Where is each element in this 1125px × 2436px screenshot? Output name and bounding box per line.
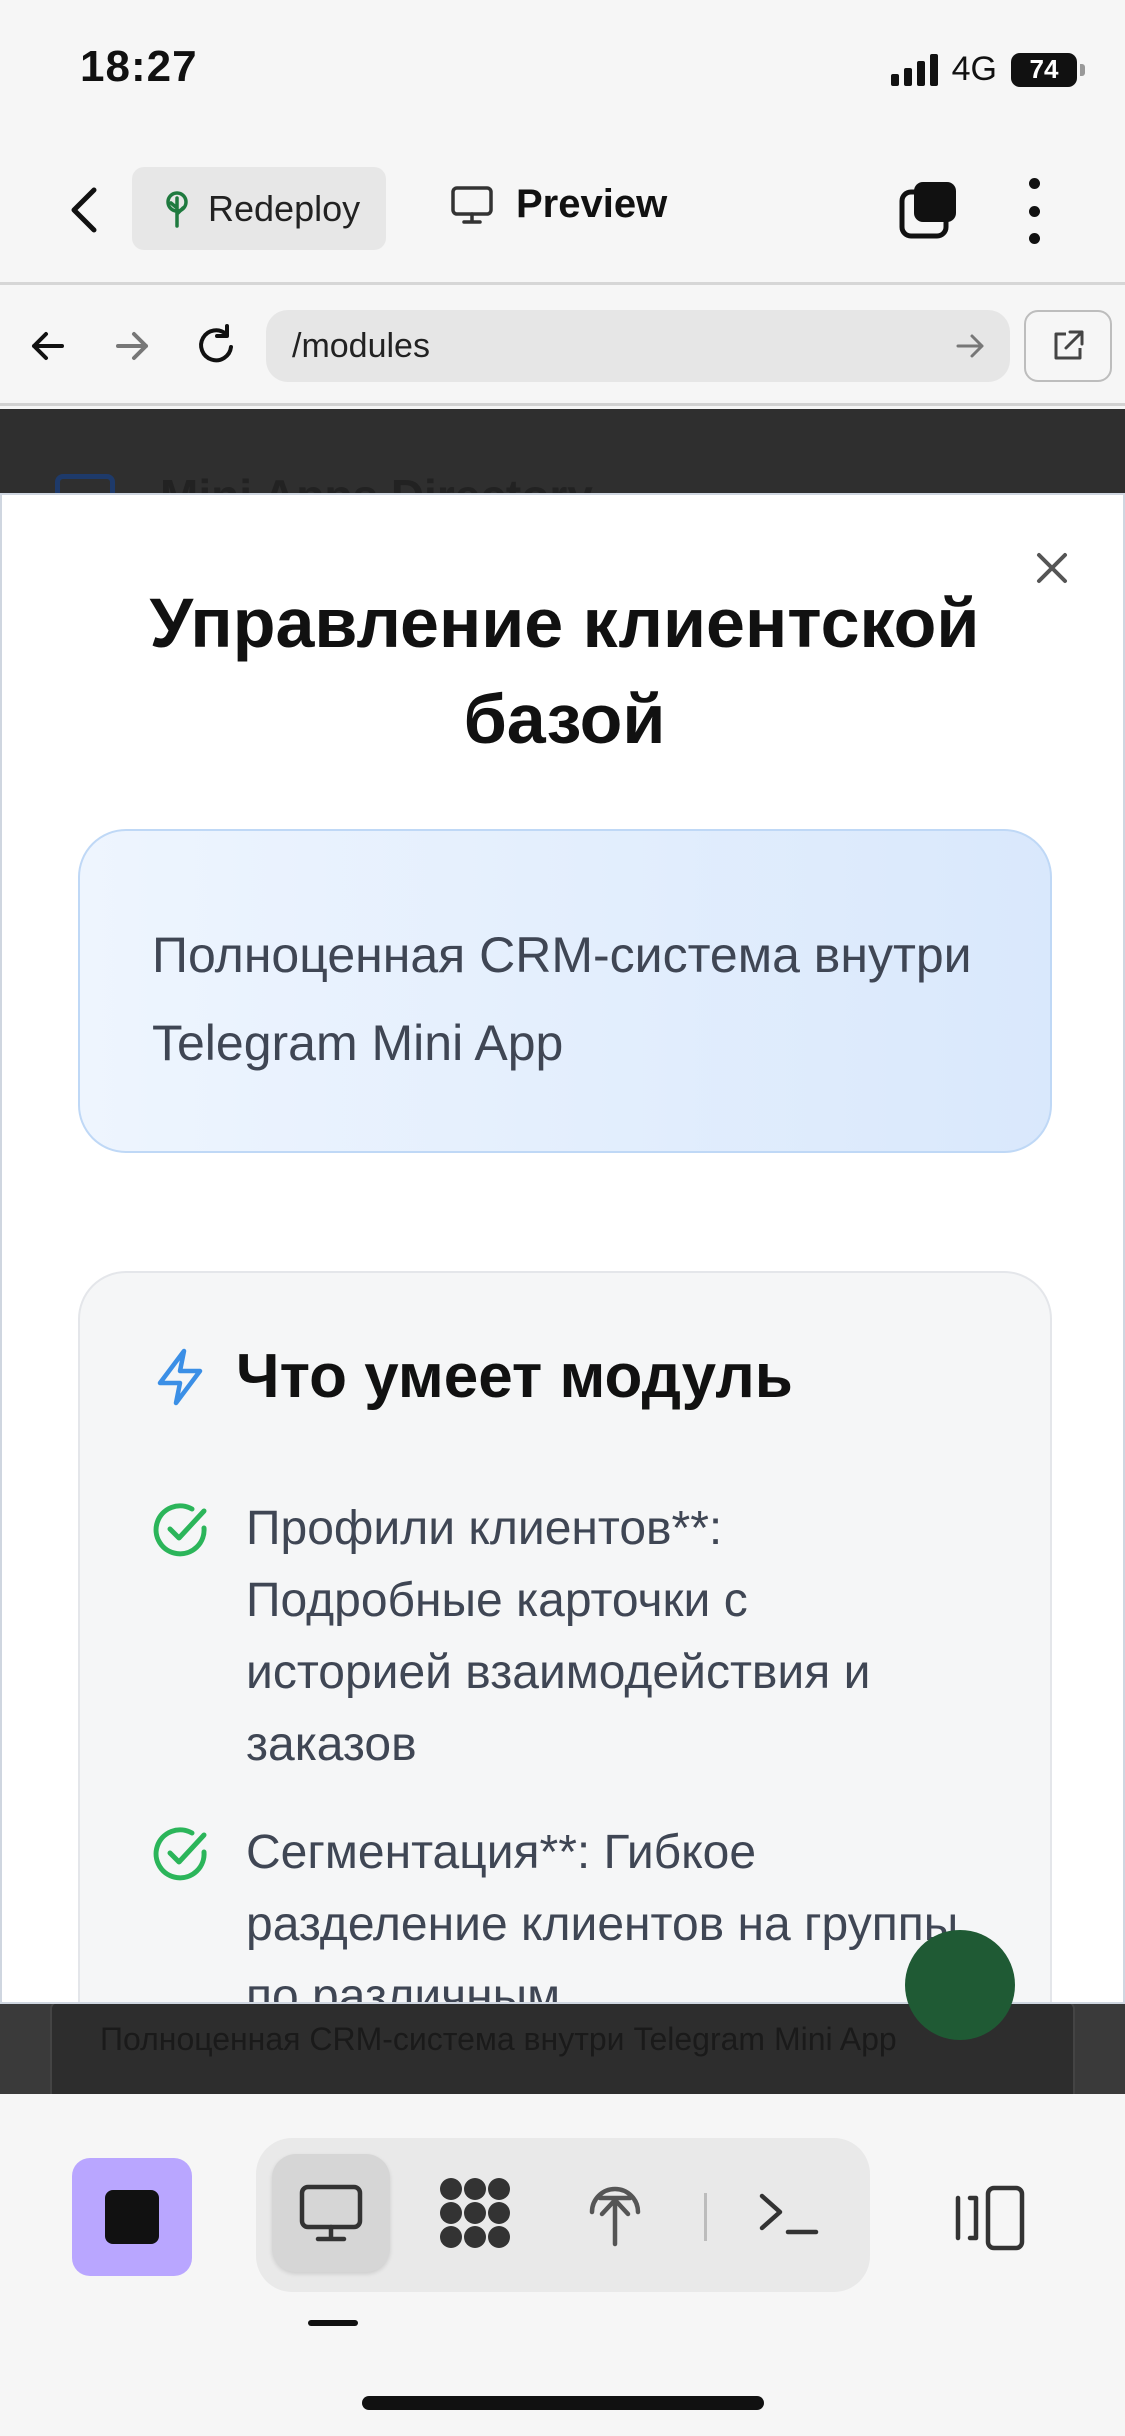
terminal-icon [759,2193,819,2235]
preview-label: Preview [516,182,668,226]
features-header: Что умеет модуль [152,1341,793,1412]
feature-text: Профили клиентов**: Подробные карточки с… [246,1502,871,1771]
monitor-icon [451,185,493,224]
check-circle-icon [153,1827,207,1881]
bottom-toolbar [0,2094,1125,2436]
preview-view-button[interactable] [272,2154,390,2272]
battery-icon: 74 [1011,52,1085,87]
tabs-icon [899,182,956,239]
bolt-icon [157,1348,203,1405]
url-bar[interactable]: /modules [266,310,1010,382]
modal-title: Управление клиентской базой [149,584,980,758]
active-indicator [308,2320,358,2326]
feature-text: Сегментация**: Гибкое разделение клиенто… [246,1826,959,2004]
modules-view-button[interactable] [416,2154,534,2272]
intro-text: Полноценная CRM-система внутри Telegram … [152,927,972,1071]
signal-icon [890,53,938,86]
floating-action-button[interactable] [905,1930,1015,2040]
page-content: Mini Apps Directory Полноценная CRM-сист… [0,409,1125,2094]
panel-toggle-button[interactable] [952,2184,1028,2252]
panel-icon [955,2185,1025,2251]
network-type: 4G [951,50,997,88]
battery-level: 74 [1029,54,1059,84]
browser-nav: /modules [0,288,1125,406]
features-title: Что умеет модуль [236,1342,793,1411]
tree-icon [166,190,188,228]
more-vertical-icon[interactable] [1022,178,1046,244]
status-time: 18:27 [80,42,198,91]
back-button[interactable] [60,180,110,240]
toolbar-divider [704,2193,707,2241]
home-indicator[interactable] [362,2396,764,2410]
intro-card: Полноценная CRM-система внутри Telegram … [78,829,1052,1153]
url-text: /modules [292,326,430,365]
features-card: Что умеет модуль Профили клиентов**: Под… [78,1271,1052,2004]
app-bar: Redeploy Preview [0,140,1125,285]
preview-tab[interactable]: Preview [450,182,667,227]
view-switcher [256,2138,870,2292]
stop-icon [105,2190,159,2244]
status-bar: 18:27 4G 74 [0,0,1125,140]
feature-item: Сегментация**: Гибкое разделение клиенто… [152,1817,966,2004]
open-external-button[interactable] [1024,310,1112,382]
external-link-icon [1054,330,1084,360]
redeploy-label: Redeploy [208,187,361,229]
arrow-right-icon[interactable] [952,328,988,364]
chevron-left-icon [71,187,97,233]
modules-icon [440,2178,510,2248]
nav-forward-button[interactable] [104,318,160,374]
arrow-right-icon [116,332,148,360]
background-card-text: Полноценная CRM-система внутри Telegram … [100,2021,897,2057]
check-circle-icon [153,1503,207,1557]
reload-icon [199,324,233,363]
module-modal: Управление клиентской базой Полноценная … [0,493,1125,2004]
arrow-left-icon [32,332,64,360]
redeploy-button[interactable]: Redeploy [132,167,386,250]
reload-button[interactable] [188,318,244,374]
monitor-icon [299,2184,363,2242]
nav-back-button[interactable] [20,318,76,374]
status-indicators: 4G 74 [890,50,1085,89]
deploy-icon [589,2186,641,2247]
deploy-view-button[interactable] [556,2154,674,2272]
tabs-button[interactable] [898,178,960,240]
feature-item: Профили клиентов**: Подробные карточки с… [152,1493,966,1781]
stop-button[interactable] [72,2158,192,2276]
terminal-view-button[interactable] [730,2154,848,2272]
